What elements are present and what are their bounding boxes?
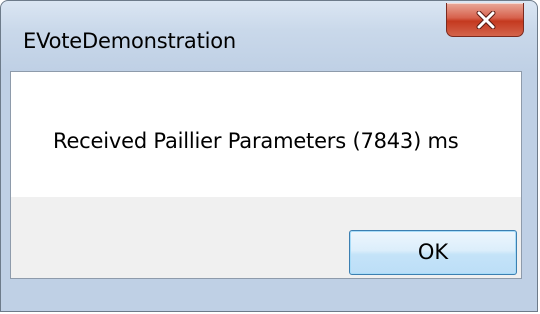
close-button[interactable]	[446, 3, 524, 37]
title-bar[interactable]: EVoteDemonstration	[1, 1, 539, 63]
close-icon	[476, 11, 496, 29]
window-title: EVoteDemonstration	[23, 29, 237, 53]
message-text: Received Paillier Parameters (7843) ms	[53, 129, 459, 153]
ok-button[interactable]: OK	[349, 230, 517, 275]
dialog-content: Received Paillier Parameters (7843) ms O…	[10, 71, 522, 279]
button-panel: OK	[11, 197, 521, 278]
dialog-window: EVoteDemonstration Received Paillier Par…	[0, 0, 538, 312]
